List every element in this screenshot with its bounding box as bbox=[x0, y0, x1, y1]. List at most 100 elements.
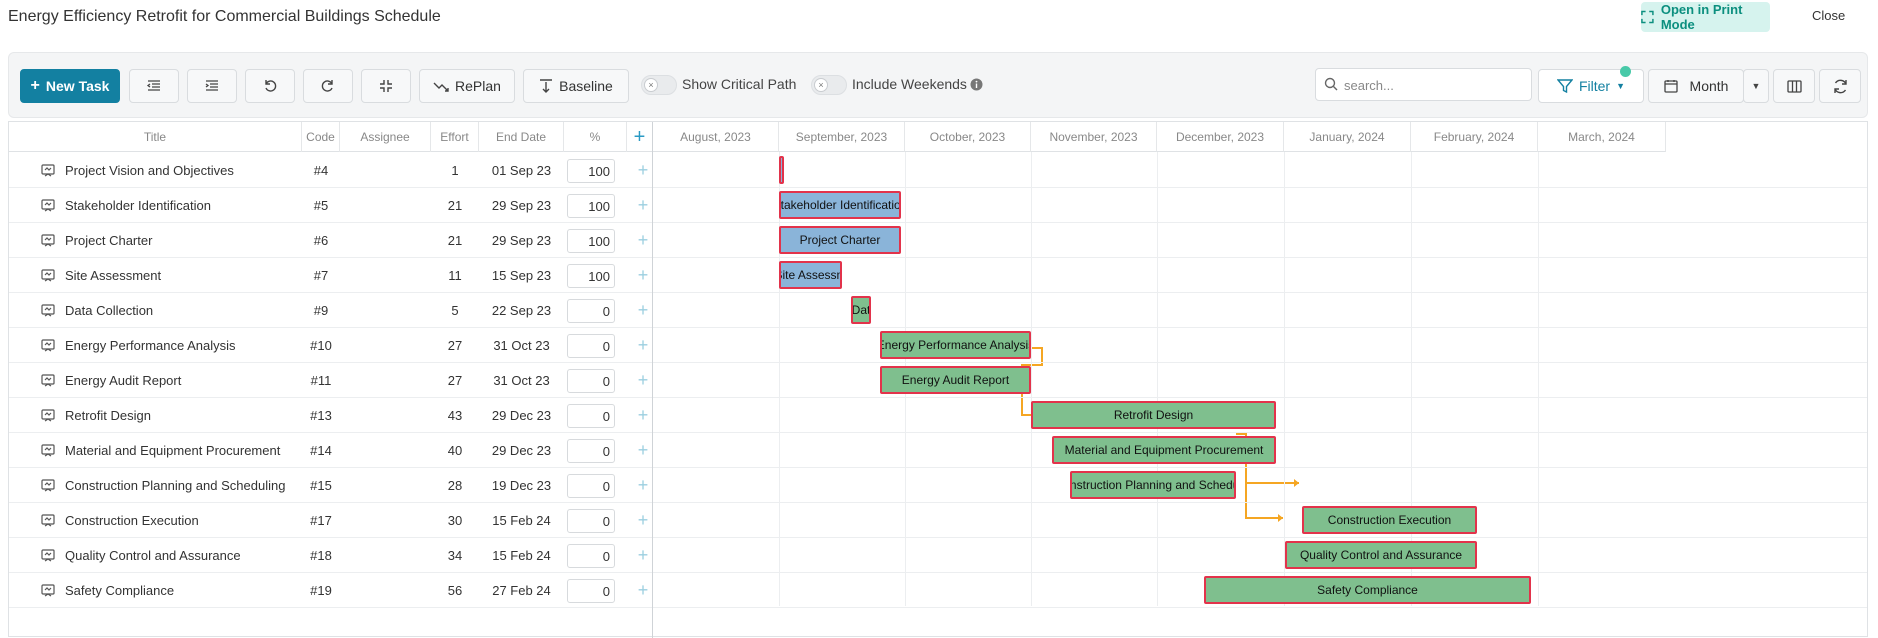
info-icon[interactable] bbox=[970, 78, 983, 91]
add-column-button[interactable]: + bbox=[627, 122, 652, 152]
percent-input[interactable]: 0 bbox=[567, 474, 615, 498]
close-button[interactable]: Close bbox=[1812, 8, 1845, 23]
add-subtask-button[interactable]: + bbox=[636, 371, 650, 389]
columns-button[interactable] bbox=[1773, 69, 1815, 103]
scale-select-button[interactable]: Month bbox=[1648, 69, 1744, 103]
add-subtask-button[interactable]: + bbox=[636, 476, 650, 494]
column-header-code[interactable]: Code bbox=[302, 122, 340, 152]
table-row[interactable]: Site Assessment #7 11 15 Sep 23 100 + bbox=[9, 258, 652, 293]
add-subtask-button[interactable]: + bbox=[636, 231, 650, 249]
critical-path-toggle[interactable]: × bbox=[641, 75, 677, 95]
refresh-button[interactable] bbox=[1819, 69, 1861, 103]
search-input[interactable] bbox=[1344, 76, 1524, 94]
task-assignee[interactable] bbox=[340, 538, 431, 573]
percent-input[interactable]: 0 bbox=[567, 544, 615, 568]
percent-input[interactable]: 0 bbox=[567, 404, 615, 428]
task-assignee[interactable] bbox=[340, 258, 431, 293]
add-subtask-button[interactable]: + bbox=[636, 196, 650, 214]
percent-input[interactable]: 100 bbox=[567, 229, 615, 253]
outdent-button[interactable] bbox=[129, 69, 179, 103]
gantt-bar[interactable]: Dat bbox=[851, 296, 871, 324]
replan-button[interactable]: RePlan bbox=[419, 69, 515, 103]
add-subtask-button[interactable]: + bbox=[636, 336, 650, 354]
column-header-assignee[interactable]: Assignee bbox=[340, 122, 431, 152]
task-assignee[interactable] bbox=[340, 573, 431, 608]
gantt-bar[interactable]: Site Assessm bbox=[779, 261, 842, 289]
task-title[interactable]: Safety Compliance bbox=[65, 573, 302, 608]
gantt-bar[interactable] bbox=[779, 156, 784, 184]
task-assignee[interactable] bbox=[340, 363, 431, 398]
open-print-mode-button[interactable]: Open in Print Mode bbox=[1641, 2, 1770, 32]
table-row[interactable]: Safety Compliance #19 56 27 Feb 24 0 + bbox=[9, 573, 652, 608]
add-subtask-button[interactable]: + bbox=[636, 301, 650, 319]
percent-input[interactable]: 0 bbox=[567, 579, 615, 603]
percent-input[interactable]: 100 bbox=[567, 159, 615, 183]
task-assignee[interactable] bbox=[340, 398, 431, 433]
include-weekends-toggle[interactable]: × bbox=[811, 75, 847, 95]
add-subtask-button[interactable]: + bbox=[636, 161, 650, 179]
percent-input[interactable]: 0 bbox=[567, 369, 615, 393]
percent-input[interactable]: 0 bbox=[567, 299, 615, 323]
task-title[interactable]: Energy Audit Report bbox=[65, 363, 302, 398]
gantt-bar[interactable]: Stakeholder Identification bbox=[779, 191, 901, 219]
add-subtask-button[interactable]: + bbox=[636, 511, 650, 529]
task-title[interactable]: Energy Performance Analysis bbox=[65, 328, 302, 363]
task-assignee[interactable] bbox=[340, 328, 431, 363]
percent-input[interactable]: 100 bbox=[567, 194, 615, 218]
task-title[interactable]: Site Assessment bbox=[65, 258, 302, 293]
task-title[interactable]: Construction Planning and Scheduling bbox=[65, 468, 302, 503]
task-title[interactable]: Project Vision and Objectives bbox=[65, 153, 302, 188]
add-subtask-button[interactable]: + bbox=[636, 266, 650, 284]
gantt-bar[interactable]: Construction Planning and Schedulin bbox=[1070, 471, 1236, 499]
add-subtask-button[interactable]: + bbox=[636, 406, 650, 424]
column-header-effort[interactable]: Effort bbox=[431, 122, 479, 152]
table-row[interactable]: Energy Audit Report #11 27 31 Oct 23 0 + bbox=[9, 363, 652, 398]
redo-button[interactable] bbox=[303, 69, 353, 103]
scale-dropdown-button[interactable]: ▼ bbox=[1743, 69, 1769, 103]
collapse-button[interactable] bbox=[361, 69, 411, 103]
percent-input[interactable]: 0 bbox=[567, 439, 615, 463]
table-row[interactable]: Stakeholder Identification #5 21 29 Sep … bbox=[9, 188, 652, 223]
table-row[interactable]: Quality Control and Assurance #18 34 15 … bbox=[9, 538, 652, 573]
percent-input[interactable]: 100 bbox=[567, 264, 615, 288]
task-title[interactable]: Quality Control and Assurance bbox=[65, 538, 302, 573]
gantt-bar[interactable]: Energy Audit Report bbox=[880, 366, 1031, 394]
indent-button[interactable] bbox=[187, 69, 237, 103]
gantt-bar[interactable]: Retrofit Design bbox=[1031, 401, 1276, 429]
table-row[interactable]: Construction Execution #17 30 15 Feb 24 … bbox=[9, 503, 652, 538]
table-row[interactable]: Material and Equipment Procurement #14 4… bbox=[9, 433, 652, 468]
percent-input[interactable]: 0 bbox=[567, 334, 615, 358]
task-assignee[interactable] bbox=[340, 223, 431, 258]
task-title[interactable]: Construction Execution bbox=[65, 503, 302, 538]
task-assignee[interactable] bbox=[340, 188, 431, 223]
table-row[interactable]: Retrofit Design #13 43 29 Dec 23 0 + bbox=[9, 398, 652, 433]
table-row[interactable]: Project Vision and Objectives #4 1 01 Se… bbox=[9, 153, 652, 188]
add-subtask-button[interactable]: + bbox=[636, 546, 650, 564]
new-task-button[interactable]: + New Task bbox=[20, 69, 120, 103]
task-title[interactable]: Material and Equipment Procurement bbox=[65, 433, 302, 468]
gantt-bar[interactable]: Construction Execution bbox=[1302, 506, 1477, 534]
table-row[interactable]: Project Charter #6 21 29 Sep 23 100 + bbox=[9, 223, 652, 258]
gantt-bar[interactable]: Project Charter bbox=[779, 226, 901, 254]
task-assignee[interactable] bbox=[340, 433, 431, 468]
undo-button[interactable] bbox=[245, 69, 295, 103]
baseline-button[interactable]: Baseline bbox=[523, 69, 629, 103]
gantt-bar[interactable]: Energy Performance Analysis bbox=[880, 331, 1031, 359]
gantt-bar[interactable]: Safety Compliance bbox=[1204, 576, 1531, 604]
column-header-title[interactable]: Title bbox=[9, 122, 302, 152]
task-title[interactable]: Data Collection bbox=[65, 293, 302, 328]
column-header-end-date[interactable]: End Date bbox=[479, 122, 564, 152]
task-title[interactable]: Retrofit Design bbox=[65, 398, 302, 433]
task-title[interactable]: Stakeholder Identification bbox=[65, 188, 302, 223]
column-header-percent[interactable]: % bbox=[564, 122, 627, 152]
add-subtask-button[interactable]: + bbox=[636, 441, 650, 459]
gantt-bar[interactable]: Material and Equipment Procurement bbox=[1052, 436, 1276, 464]
task-assignee[interactable] bbox=[340, 293, 431, 328]
table-row[interactable]: Construction Planning and Scheduling #15… bbox=[9, 468, 652, 503]
task-assignee[interactable] bbox=[340, 153, 431, 188]
table-row[interactable]: Data Collection #9 5 22 Sep 23 0 + bbox=[9, 293, 652, 328]
table-row[interactable]: Energy Performance Analysis #10 27 31 Oc… bbox=[9, 328, 652, 363]
task-assignee[interactable] bbox=[340, 503, 431, 538]
task-title[interactable]: Project Charter bbox=[65, 223, 302, 258]
gantt-bar[interactable]: Quality Control and Assurance bbox=[1285, 541, 1477, 569]
